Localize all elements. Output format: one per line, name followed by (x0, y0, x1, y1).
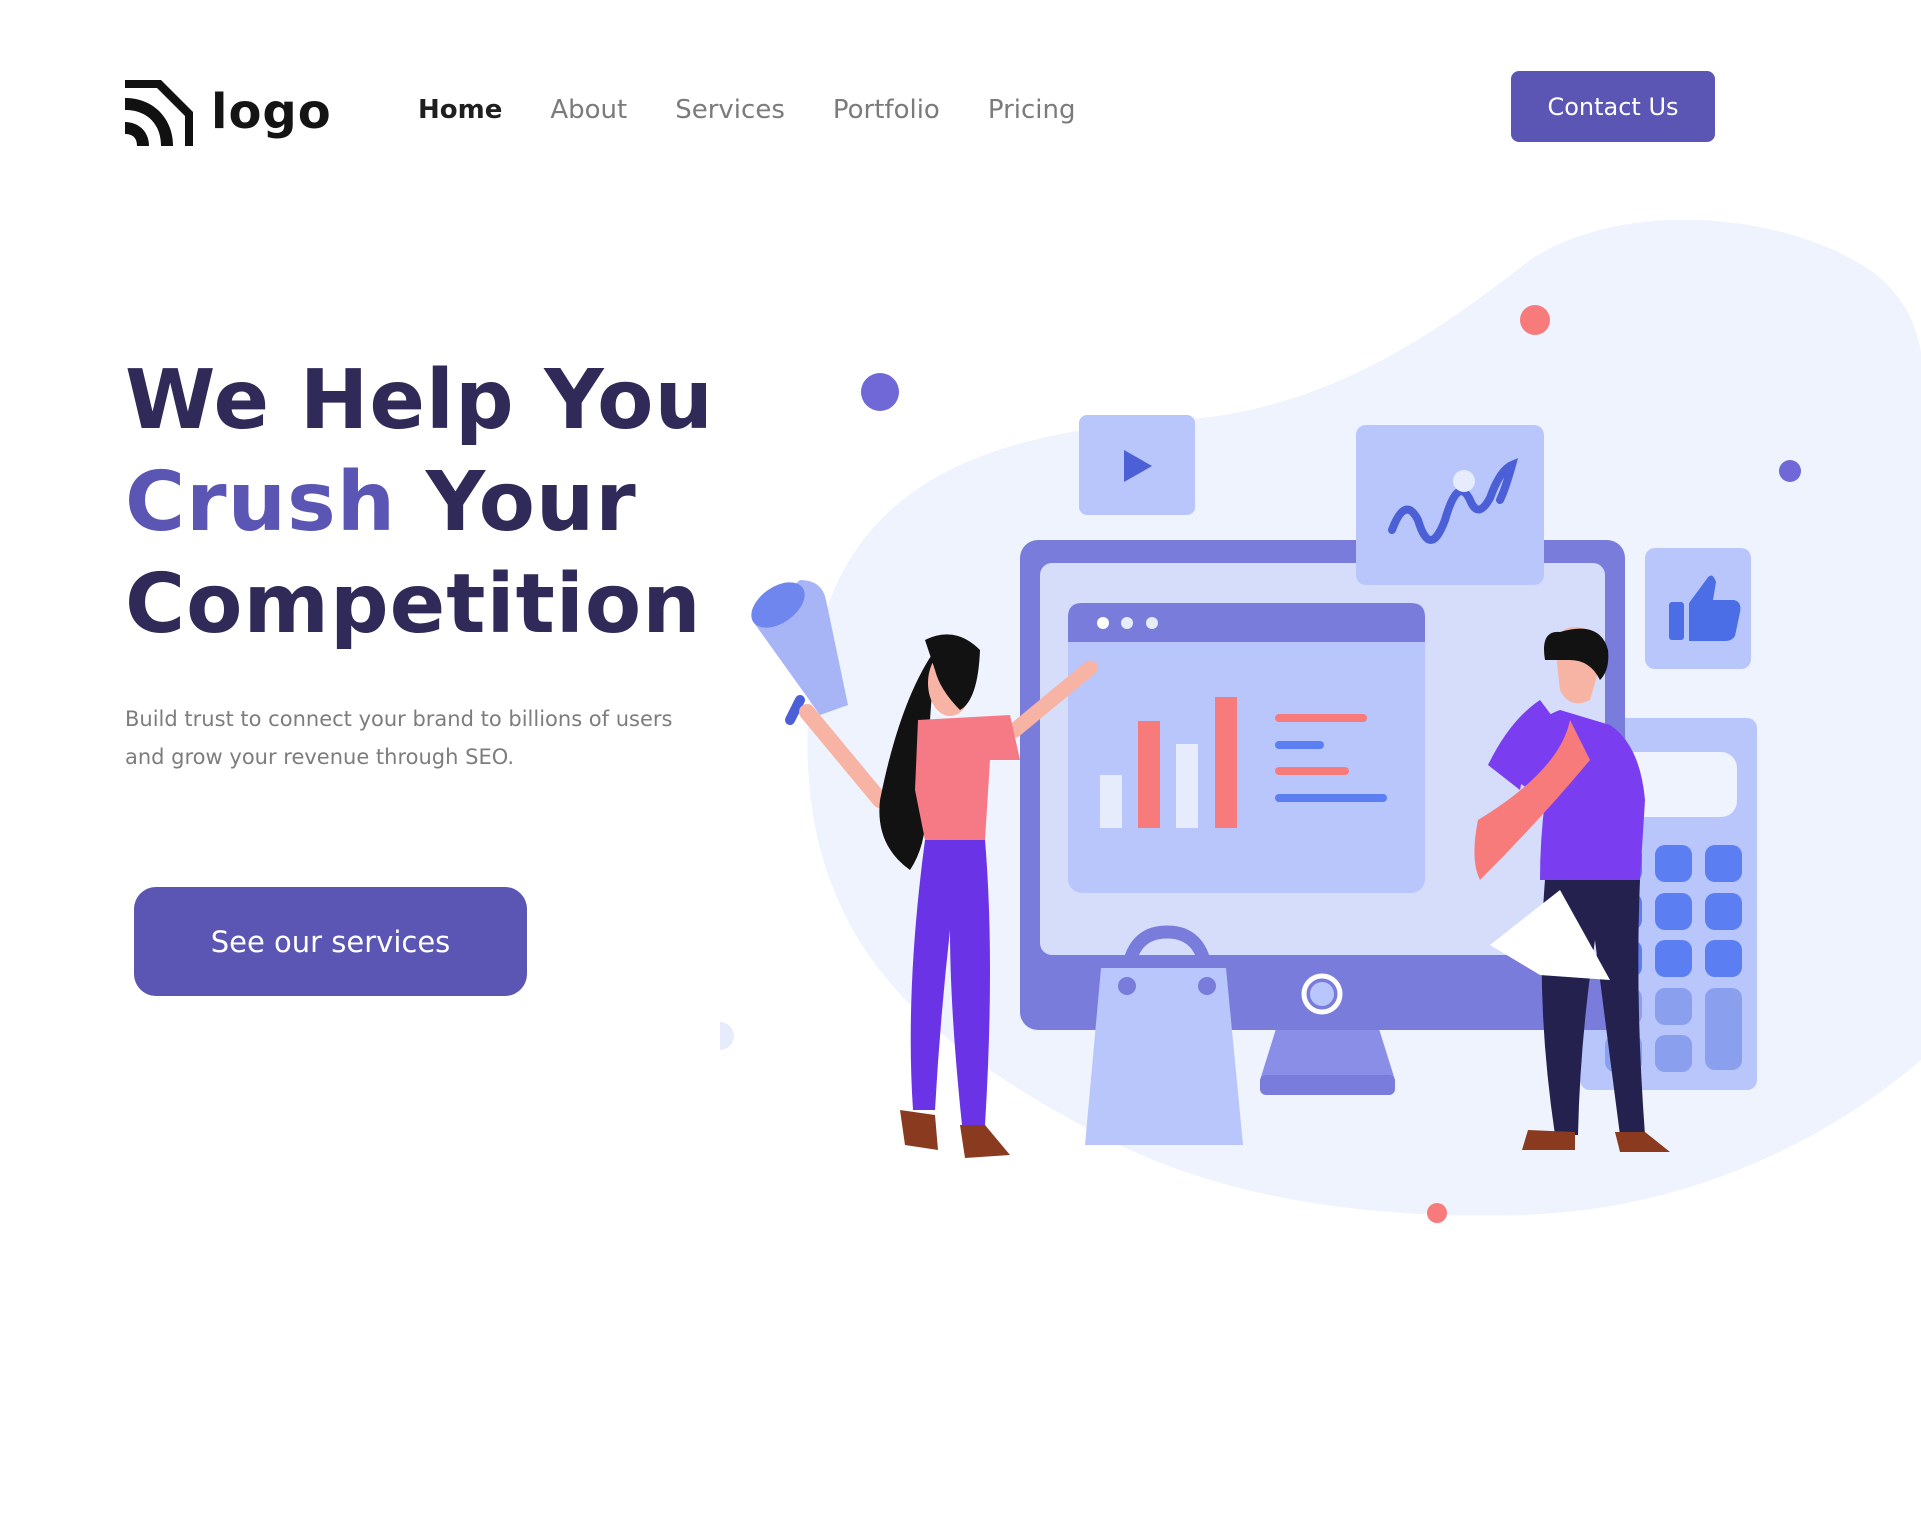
dot-purple-left (861, 373, 899, 411)
logo-mark-icon (125, 80, 193, 146)
hero-title-line-1: We Help You (125, 353, 714, 448)
browser-window (1068, 603, 1425, 893)
dot-purple-right (1779, 460, 1801, 482)
hero-title: We Help You Crush Your Competition (125, 350, 765, 656)
play-card (1079, 415, 1195, 515)
dot-coral-bottom (1427, 1203, 1447, 1223)
nav-services[interactable]: Services (675, 95, 785, 125)
brand-logo[interactable]: logo (125, 78, 332, 146)
nav-home[interactable]: Home (418, 95, 502, 125)
see-services-button[interactable]: See our services (134, 887, 527, 996)
dot-light-left (720, 1022, 734, 1050)
main-nav: Home About Services Portfolio Pricing (418, 95, 1075, 125)
hero-title-line-2: Crush Your (125, 452, 765, 554)
nav-portfolio[interactable]: Portfolio (833, 95, 940, 125)
trend-card (1356, 425, 1544, 585)
thumbs-card (1645, 548, 1751, 669)
hero-subtitle: Build trust to connect your brand to bil… (125, 707, 673, 769)
logo-text: logo (211, 84, 332, 140)
site-header: logo Home About Services Portfolio Prici… (0, 0, 1921, 200)
hero-illustration (720, 220, 1921, 1223)
contact-us-button[interactable]: Contact Us (1511, 71, 1715, 142)
hero-title-accent: Crush (125, 455, 397, 550)
nav-pricing[interactable]: Pricing (988, 95, 1076, 125)
hero-title-line-3: Competition (125, 557, 702, 652)
dot-coral-top (1520, 305, 1550, 335)
nav-about[interactable]: About (550, 95, 627, 125)
hero-title-line-2-rest: Your (396, 455, 637, 550)
